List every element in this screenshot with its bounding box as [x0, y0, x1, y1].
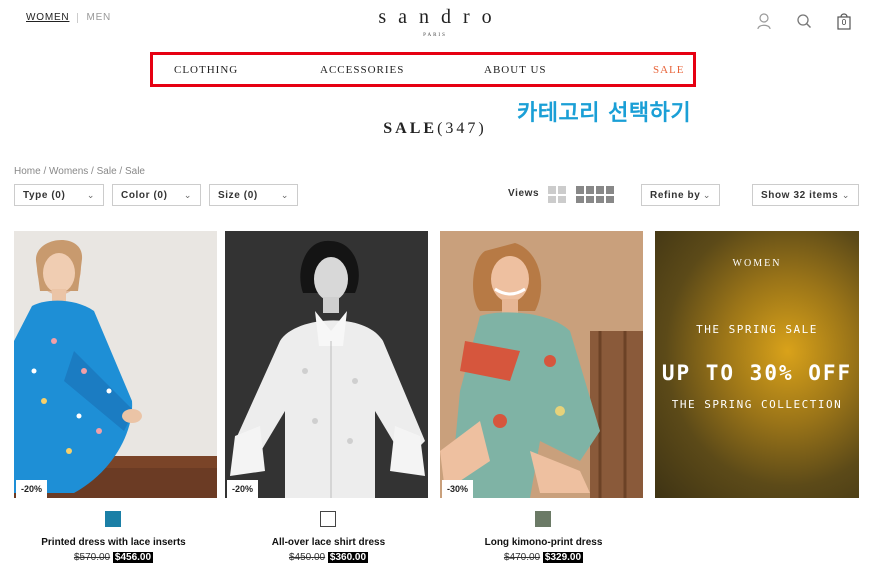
- product-price: $470.00 $329.00: [442, 552, 645, 563]
- product-price: $450.00 $360.00: [227, 552, 430, 563]
- discount-badge: -30%: [442, 480, 474, 498]
- refine-by-dropdown[interactable]: Refine by ⌄: [641, 184, 720, 206]
- breadcrumb[interactable]: Home / Womens / Sale / Sale: [14, 166, 145, 177]
- original-price: $470.00: [503, 552, 541, 563]
- color-swatch[interactable]: [535, 511, 551, 527]
- type-filter-dropdown[interactable]: Type (0) ⌄: [14, 184, 104, 206]
- nav-clothing[interactable]: CLOTHING: [174, 64, 238, 76]
- banner-line-1: THE SPRING SALE: [696, 323, 818, 336]
- size-filter-label: Size (0): [218, 189, 258, 201]
- bag-icon[interactable]: 0: [836, 12, 852, 30]
- nav-accessories[interactable]: ACCESSORIES: [320, 64, 404, 76]
- page-title-count: (347): [437, 120, 487, 137]
- nav-sale[interactable]: SALE: [653, 64, 685, 76]
- chevron-down-icon: ⌄: [183, 189, 192, 200]
- logo-subtitle: PARIS: [423, 33, 447, 38]
- original-price: $570.00: [73, 552, 111, 563]
- search-icon[interactable]: [796, 12, 812, 30]
- banner-women-label: WOMEN: [732, 258, 782, 269]
- color-swatch[interactable]: [320, 511, 336, 527]
- grid-2-view-icon[interactable]: [548, 186, 566, 203]
- views-label: Views: [508, 188, 540, 199]
- type-filter-label: Type (0): [23, 189, 66, 201]
- logo-name: sandro: [378, 6, 504, 28]
- discount-badge: -20%: [16, 480, 48, 498]
- page-title: SALE(347): [0, 120, 870, 138]
- color-filter-dropdown[interactable]: Color (0) ⌄: [112, 184, 201, 206]
- original-price: $450.00: [288, 552, 326, 563]
- discount-badge: -20%: [227, 480, 259, 498]
- product-name[interactable]: Printed dress with lace inserts: [12, 537, 215, 548]
- show-items-dropdown[interactable]: Show 32 items ⌄: [752, 184, 859, 206]
- grid-4-view-icon[interactable]: [576, 186, 614, 203]
- category-nav: CLOTHING ACCESSORIES ABOUT US SALE: [150, 52, 696, 87]
- product-price: $570.00 $456.00: [12, 552, 215, 563]
- chevron-down-icon: ⌄: [702, 189, 711, 200]
- sale-price: $329.00: [542, 552, 584, 563]
- product-name[interactable]: Long kimono-print dress: [442, 537, 645, 548]
- chevron-down-icon: ⌄: [86, 189, 95, 200]
- sale-price: $360.00: [327, 552, 369, 563]
- show-items-label: Show 32 items: [761, 189, 839, 201]
- product-image[interactable]: -20%: [225, 231, 428, 498]
- size-filter-dropdown[interactable]: Size (0) ⌄: [209, 184, 298, 206]
- chevron-down-icon: ⌄: [280, 189, 289, 200]
- page-title-label: SALE: [383, 120, 438, 137]
- filter-bar: Type (0) ⌄ Color (0) ⌄ Size (0) ⌄: [14, 184, 298, 206]
- brand-logo[interactable]: sandro PARIS: [0, 6, 870, 38]
- sale-price: $456.00: [112, 552, 154, 563]
- refine-by-label: Refine by: [650, 189, 701, 201]
- account-icon[interactable]: [756, 12, 772, 30]
- banner-headline: UP TO 30% OFF: [661, 361, 853, 385]
- spring-sale-banner[interactable]: WOMEN THE SPRING SALE UP TO 30% OFF THE …: [655, 231, 859, 498]
- product-name[interactable]: All-over lace shirt dress: [227, 537, 430, 548]
- product-image[interactable]: -30%: [440, 231, 643, 498]
- nav-about-us[interactable]: ABOUT US: [484, 64, 547, 76]
- banner-line-3: THE SPRING COLLECTION: [671, 398, 843, 411]
- product-image[interactable]: -20%: [14, 231, 217, 498]
- color-swatch[interactable]: [105, 511, 121, 527]
- bag-count: 0: [841, 18, 847, 27]
- color-filter-label: Color (0): [121, 189, 168, 201]
- header-icons: 0: [756, 12, 852, 30]
- chevron-down-icon: ⌄: [841, 189, 850, 200]
